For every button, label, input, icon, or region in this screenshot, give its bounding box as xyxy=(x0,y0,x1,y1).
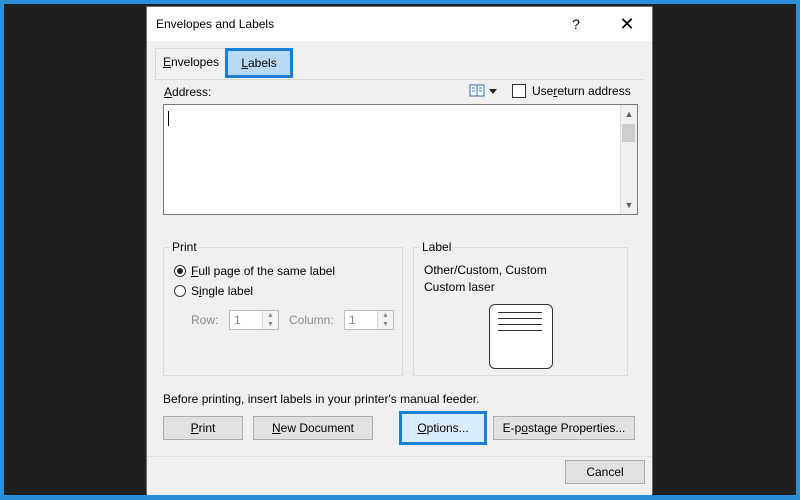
tab-envelopes[interactable]: Envelopes xyxy=(155,48,227,78)
scroll-up-icon[interactable]: ▲ xyxy=(621,106,637,122)
address-textarea[interactable]: ▲ ▼ xyxy=(163,104,638,215)
epostage-properties-button[interactable]: E-postage Properties... xyxy=(493,416,635,440)
scroll-thumb[interactable] xyxy=(622,124,635,142)
epostage-mnemonic: o xyxy=(521,421,528,435)
row-label: Row: xyxy=(191,313,219,327)
label-product: Custom laser xyxy=(424,280,495,294)
column-spinner[interactable]: 1 ▲ ▼ xyxy=(344,310,394,330)
column-value: 1 xyxy=(349,313,356,327)
row-spin-arrows-icon[interactable]: ▲ ▼ xyxy=(262,311,278,329)
address-label-mnemonic: A xyxy=(164,85,173,99)
cancel-button[interactable]: Cancel xyxy=(565,460,645,484)
use-return-label-pre: Use xyxy=(532,84,554,98)
new-document-button[interactable]: New Document xyxy=(253,416,373,440)
row-spinner[interactable]: 1 ▲ ▼ xyxy=(229,310,279,330)
use-return-label-post: eturn address xyxy=(557,84,631,98)
newdoc-mnemonic: N xyxy=(271,421,281,435)
address-scrollbar[interactable]: ▲ ▼ xyxy=(620,105,637,214)
envelopes-labels-dialog: Envelopes and Labels ? ✕ Envelopes Label… xyxy=(146,6,653,495)
options-mnemonic: O xyxy=(417,421,427,435)
tab-divider xyxy=(155,79,644,80)
epostage-post: stage Properties... xyxy=(527,421,626,435)
label-group[interactable]: Label Other/Custom, Custom Custom laser xyxy=(413,240,628,376)
single-label-radio-circle[interactable] xyxy=(174,285,186,297)
use-return-address-checkbox[interactable]: Use r eturn address xyxy=(512,84,631,98)
label-vendor: Other/Custom, Custom xyxy=(424,263,547,277)
preview-line xyxy=(498,318,542,319)
printer-note: Before printing, insert labels in your p… xyxy=(163,392,480,406)
print-group: Print Full page of the same label Si ngle… xyxy=(163,240,403,376)
tab-labels[interactable]: Labels xyxy=(225,48,293,78)
full-page-mnemonic: F xyxy=(191,264,199,278)
single-label-pre: S xyxy=(191,284,200,298)
newdoc-label: ew Document xyxy=(280,421,355,435)
tab-labels-mnemonic: L xyxy=(241,56,248,70)
full-page-radio[interactable]: Full page of the same label xyxy=(174,264,335,278)
single-label-radio[interactable]: Si ngle label xyxy=(174,284,253,298)
address-book-dropdown-icon xyxy=(469,84,497,97)
address-book-icon[interactable] xyxy=(469,83,499,99)
epostage-pre: E-p xyxy=(502,421,522,435)
scroll-down-icon[interactable]: ▼ xyxy=(621,197,637,213)
address-label: Address: xyxy=(164,85,211,99)
options-button[interactable]: Options... xyxy=(399,411,487,445)
print-mnemonic: P xyxy=(190,421,199,435)
column-spin-arrows-icon[interactable]: ▲ ▼ xyxy=(377,311,393,329)
print-label: rint xyxy=(198,421,216,435)
text-caret xyxy=(168,111,169,126)
preview-line xyxy=(498,330,542,331)
checkbox-box[interactable] xyxy=(512,84,526,98)
full-page-radio-circle[interactable] xyxy=(174,265,186,277)
label-group-title: Label xyxy=(420,240,454,254)
column-label: Column: xyxy=(289,313,334,327)
title-bar: Envelopes and Labels ? ✕ xyxy=(147,7,652,41)
address-label-text: ddress: xyxy=(172,85,212,99)
help-button[interactable]: ? xyxy=(561,13,591,35)
label-preview-icon[interactable] xyxy=(489,304,553,369)
close-button[interactable]: ✕ xyxy=(609,13,645,35)
print-group-title: Print xyxy=(170,240,199,254)
full-page-label: ull page of the same label xyxy=(198,264,336,278)
single-label-post: ngle label xyxy=(201,284,254,298)
preview-line xyxy=(498,312,542,313)
tab-envelopes-mnemonic: E xyxy=(162,55,171,69)
row-value: 1 xyxy=(234,313,241,327)
tab-envelopes-label: nvelopes xyxy=(170,55,220,69)
preview-line xyxy=(498,324,542,325)
print-button[interactable]: Print xyxy=(163,416,243,440)
dialog-title: Envelopes and Labels xyxy=(156,17,275,31)
options-label: ptions... xyxy=(426,421,469,435)
tab-labels-label: abels xyxy=(248,56,277,70)
